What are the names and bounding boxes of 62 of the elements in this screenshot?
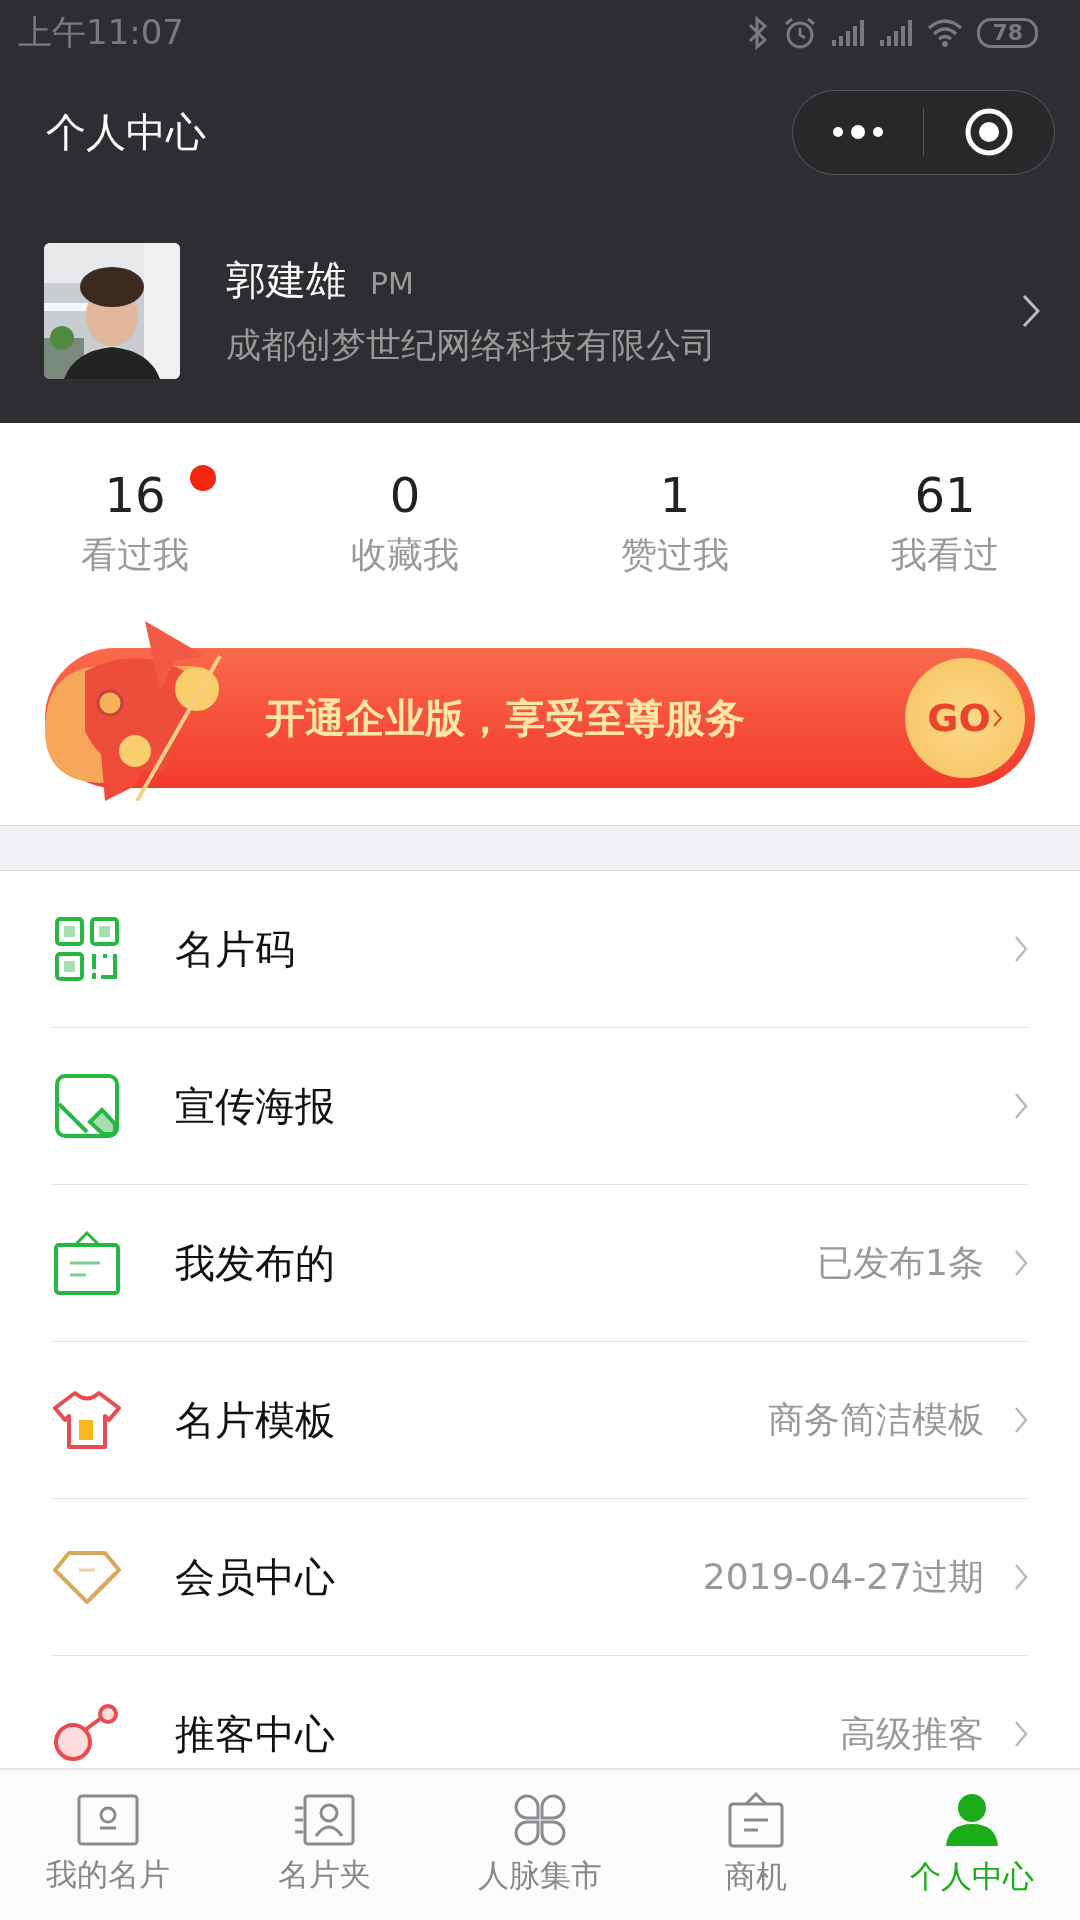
stat-label[interactable]: 看过我 xyxy=(81,530,189,580)
contact-book-icon xyxy=(293,1794,355,1846)
id-card-icon xyxy=(77,1794,139,1846)
menu-item[interactable]: 我发布的 已发布1条 xyxy=(52,1185,1028,1342)
chevron-right-icon xyxy=(1014,1092,1028,1120)
menu-value: 2019-04-27过期 xyxy=(702,1554,984,1599)
tab[interactable]: 名片夹 xyxy=(216,1770,432,1920)
menu-item[interactable]: 会员中心 2019-04-27过期 xyxy=(52,1499,1028,1656)
company-name: 成都创梦世纪网络科技有限公司 xyxy=(226,323,717,367)
go-button[interactable]: GO xyxy=(905,658,1025,778)
clock: 上午11:07 xyxy=(18,11,185,54)
menu-item[interactable]: 名片模板 商务简洁模板 xyxy=(52,1342,1028,1499)
job-title: PM xyxy=(370,265,414,301)
signboard-icon xyxy=(54,1231,120,1295)
stat-count: 61 xyxy=(914,466,976,523)
chevron-right-icon xyxy=(1014,1563,1028,1591)
four-petal-icon xyxy=(513,1793,567,1847)
chevron-right-icon xyxy=(992,709,1003,727)
signal-icon xyxy=(879,18,914,48)
menu-item[interactable]: 名片码 xyxy=(52,871,1028,1028)
bluetooth-icon xyxy=(747,16,770,50)
menu-label: 名片模板 xyxy=(175,1395,336,1445)
signal-icon xyxy=(831,18,866,48)
wifi-icon xyxy=(927,18,964,48)
menu-label: 会员中心 xyxy=(175,1552,336,1602)
page-title: 个人中心 xyxy=(46,107,207,157)
tab[interactable]: 个人中心 xyxy=(864,1770,1080,1920)
menu-label: 推客中心 xyxy=(175,1709,336,1759)
more-icon[interactable] xyxy=(832,124,884,140)
coin-node-icon xyxy=(53,1704,121,1764)
menu-item[interactable]: 宣传海报 xyxy=(52,1028,1028,1185)
person-icon xyxy=(944,1792,1000,1848)
alarm-icon xyxy=(783,16,818,50)
menu-value: 高级推客 xyxy=(840,1711,984,1756)
stat-label[interactable]: 我看过 xyxy=(891,530,999,580)
menu-label: 宣传海报 xyxy=(175,1081,336,1131)
chevron-right-icon[interactable] xyxy=(1022,293,1040,328)
tab[interactable]: 人脉集市 xyxy=(432,1770,648,1920)
diamond-icon xyxy=(53,1550,121,1604)
qr-code-icon xyxy=(55,917,119,981)
promo-text: 开通企业版，享受至尊服务 xyxy=(265,693,746,743)
battery-level: 78 xyxy=(977,18,1038,48)
menu-label: 我发布的 xyxy=(175,1238,336,1288)
menu-label: 名片码 xyxy=(175,924,296,974)
stat-count: 0 xyxy=(389,466,421,523)
menu-value: 商务简洁模板 xyxy=(768,1397,984,1442)
chevron-right-icon xyxy=(1014,1406,1028,1434)
user-name: 郭建雄 xyxy=(226,255,346,305)
menu-value: 已发布1条 xyxy=(817,1240,984,1285)
image-icon xyxy=(55,1074,119,1138)
tab[interactable]: 我的名片 xyxy=(0,1770,216,1920)
stat-count: 16 xyxy=(104,466,166,523)
chevron-right-icon xyxy=(1014,935,1028,963)
stat-label[interactable]: 收藏我 xyxy=(351,530,459,580)
stat-label[interactable]: 赞过我 xyxy=(621,530,729,580)
stat-count: 1 xyxy=(659,466,691,523)
t-shirt-icon xyxy=(53,1390,121,1450)
chevron-right-icon xyxy=(1014,1249,1028,1277)
chevron-right-icon xyxy=(1014,1720,1028,1748)
signboard-icon xyxy=(728,1792,784,1848)
tab[interactable]: 商机 xyxy=(648,1770,864,1920)
target-icon[interactable] xyxy=(964,107,1014,157)
